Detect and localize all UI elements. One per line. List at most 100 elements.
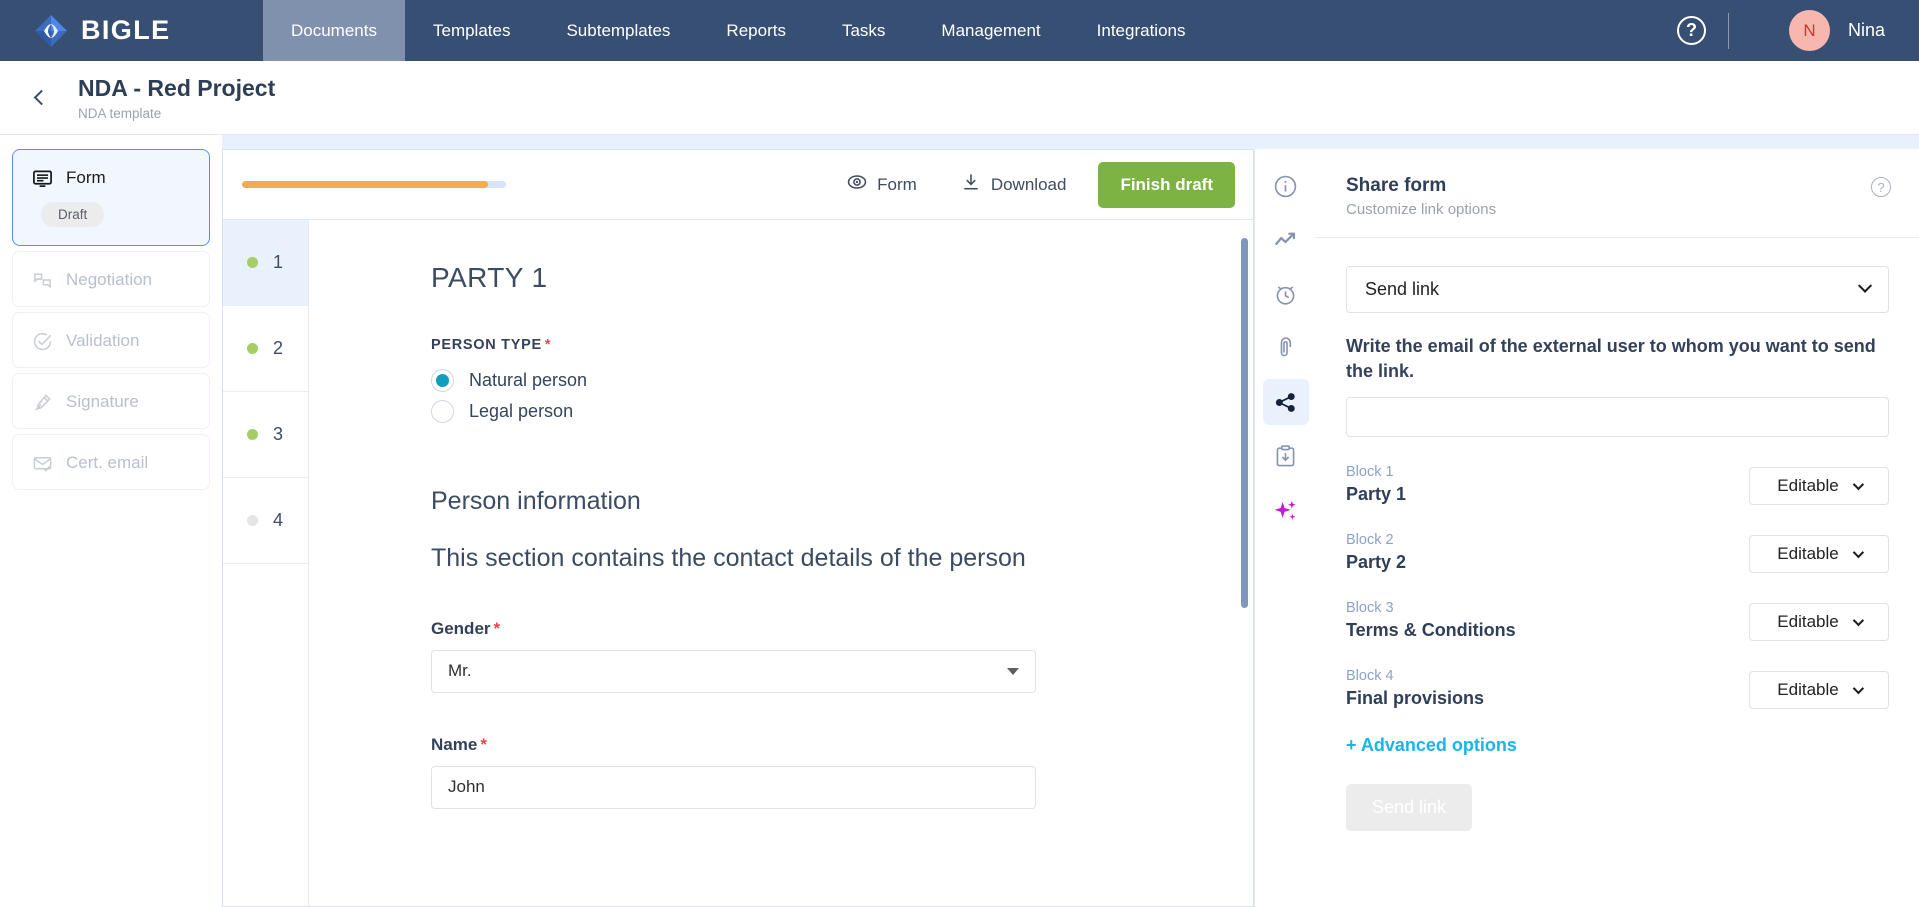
share-icon[interactable] — [1263, 379, 1309, 425]
chevron-down-icon — [1852, 683, 1863, 694]
block-row: Block 2 Party 2 Editable — [1346, 532, 1889, 573]
finish-draft-button[interactable]: Finish draft — [1098, 162, 1235, 208]
progress-bar — [242, 181, 506, 188]
chevron-down-icon — [1852, 479, 1863, 490]
ai-sparkle-icon[interactable] — [1263, 487, 1309, 533]
nav-items: Documents Templates Subtemplates Reports… — [263, 0, 1214, 61]
navbar-divider — [1728, 13, 1729, 49]
radio-natural-person[interactable]: Natural person — [431, 369, 1253, 392]
nav-item-integrations[interactable]: Integrations — [1069, 0, 1214, 61]
body: Form Draft Negotiation — [0, 135, 1919, 907]
brand[interactable]: BIGLE — [0, 0, 263, 61]
user-name[interactable]: Nina — [1848, 20, 1885, 41]
radio-label-natural-person: Natural person — [469, 370, 587, 391]
form-steps-nav: 1 2 3 4 — [223, 219, 309, 906]
required-marker: * — [545, 337, 551, 353]
download-button[interactable]: Download — [939, 172, 1089, 197]
block-row: Block 4 Final provisions Editable — [1346, 668, 1889, 709]
signature-pen-icon — [31, 391, 53, 413]
top-navbar: BIGLE Documents Templates Subtemplates R… — [0, 0, 1919, 61]
form-step-1[interactable]: 1 — [223, 220, 308, 306]
question-circle-icon[interactable]: ? — [1677, 16, 1706, 45]
sidebar-item-negotiation[interactable]: Negotiation — [12, 251, 210, 307]
block-permission-value: Editable — [1777, 476, 1838, 496]
block-row: Block 3 Terms & Conditions Editable — [1346, 600, 1889, 641]
block-permission-select[interactable]: Editable — [1749, 603, 1889, 641]
block-permission-select[interactable]: Editable — [1749, 467, 1889, 505]
nav-item-tasks[interactable]: Tasks — [814, 0, 913, 61]
gender-label-text: Gender — [431, 619, 491, 638]
chevron-down-icon — [1852, 615, 1863, 626]
email-hint-label: Write the email of the external user to … — [1346, 334, 1889, 384]
share-panel-title: Share form — [1346, 175, 1889, 197]
sidebar-item-label-validation: Validation — [66, 331, 139, 351]
gender-select[interactable]: Mr. — [431, 650, 1036, 693]
form-column: Form Download Finish draft — [222, 135, 1254, 907]
download-label: Download — [991, 175, 1067, 195]
radio-label-legal-person: Legal person — [469, 401, 573, 422]
share-mode-select[interactable]: Send link — [1346, 266, 1889, 313]
chevron-left-icon — [33, 90, 49, 106]
sidebar-item-label-form: Form — [66, 168, 106, 188]
question-circle-icon[interactable]: ? — [1871, 177, 1891, 197]
block-name: Final provisions — [1346, 688, 1749, 709]
form-toolbar: Form Download Finish draft — [223, 150, 1253, 219]
page-header-titles: NDA - Red Project NDA template — [78, 74, 275, 121]
form-step-3[interactable]: 3 — [223, 392, 308, 478]
step-status-dot — [247, 515, 258, 526]
share-panel-header: Share form Customize link options ? — [1316, 149, 1919, 237]
nav-item-subtemplates[interactable]: Subtemplates — [538, 0, 698, 61]
navbar-right: ? N Nina — [1677, 0, 1919, 61]
send-link-button[interactable]: Send link — [1346, 784, 1472, 831]
chevron-down-icon — [1007, 668, 1019, 675]
email-input[interactable] — [1346, 397, 1889, 437]
info-circle-icon[interactable] — [1263, 163, 1309, 209]
tool-rail — [1254, 149, 1316, 907]
status-badge: Draft — [41, 202, 104, 227]
form-scrollbar[interactable] — [1241, 238, 1248, 608]
sidebar-item-cert-email[interactable]: Cert. email — [12, 434, 210, 490]
preview-form-label: Form — [877, 175, 917, 195]
chevron-down-icon — [1858, 278, 1872, 292]
sidebar-item-validation[interactable]: Validation — [12, 312, 210, 368]
person-information-heading: Person information — [431, 487, 1253, 516]
form-step-4[interactable]: 4 — [223, 478, 308, 564]
step-number: 3 — [273, 424, 283, 445]
block-permission-select[interactable]: Editable — [1749, 535, 1889, 573]
nav-item-reports[interactable]: Reports — [698, 0, 814, 61]
radio-icon-unchecked — [431, 400, 454, 423]
block-meta: Block 2 Party 2 — [1346, 532, 1749, 573]
block-tag: Block 1 — [1346, 464, 1749, 480]
name-label: Name* — [431, 735, 1253, 755]
eye-icon — [847, 172, 867, 197]
brand-name: BIGLE — [81, 15, 171, 46]
block-tag: Block 4 — [1346, 668, 1749, 684]
preview-form-button[interactable]: Form — [825, 172, 939, 197]
clipboard-download-icon[interactable] — [1263, 433, 1309, 479]
radio-legal-person[interactable]: Legal person — [431, 400, 1253, 423]
sidebar-item-label-cert-email: Cert. email — [66, 453, 148, 473]
nav-item-management[interactable]: Management — [913, 0, 1068, 61]
name-input[interactable]: John — [431, 766, 1036, 809]
alarm-clock-icon[interactable] — [1263, 271, 1309, 317]
advanced-options-link[interactable]: + Advanced options — [1346, 735, 1517, 756]
form-step-2[interactable]: 2 — [223, 306, 308, 392]
block-meta: Block 3 Terms & Conditions — [1346, 600, 1749, 641]
step-status-dot — [247, 343, 258, 354]
sidebar-item-form[interactable]: Form Draft — [12, 149, 210, 246]
nav-item-templates[interactable]: Templates — [405, 0, 538, 61]
form-body: 1 2 3 4 PARTY 1 — [223, 219, 1253, 906]
radio-icon-checked — [431, 369, 454, 392]
block-tag: Block 2 — [1346, 532, 1749, 548]
page-title: NDA - Red Project — [78, 74, 275, 103]
step-status-dot — [247, 257, 258, 268]
person-type-label-text: PERSON TYPE — [431, 337, 542, 353]
back-button[interactable] — [22, 81, 56, 115]
paperclip-icon[interactable] — [1263, 325, 1309, 371]
avatar[interactable]: N — [1789, 10, 1830, 51]
block-permission-select[interactable]: Editable — [1749, 671, 1889, 709]
block-name: Party 1 — [1346, 484, 1749, 505]
sidebar-item-signature[interactable]: Signature — [12, 373, 210, 429]
nav-item-documents[interactable]: Documents — [263, 0, 405, 61]
activity-chart-icon[interactable] — [1263, 217, 1309, 263]
